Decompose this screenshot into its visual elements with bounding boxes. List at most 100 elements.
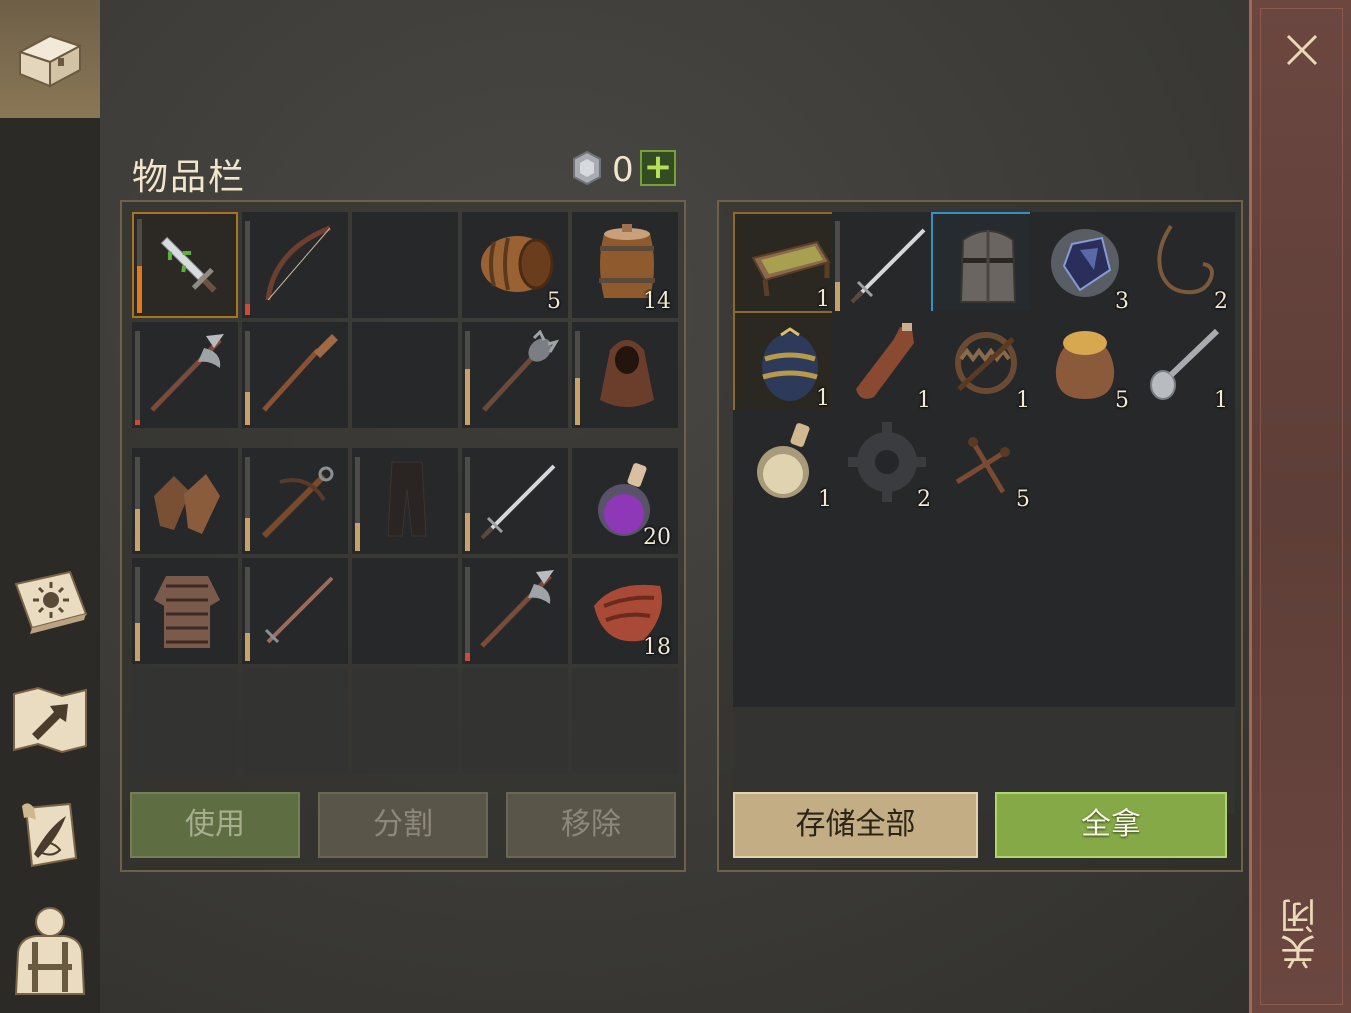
inventory-slot[interactable] [132,448,238,554]
split-button[interactable]: 分割 [318,792,488,858]
longbow-icon [265,225,331,301]
inventory-slot[interactable] [352,668,458,774]
inventory-slot[interactable] [572,322,678,428]
storage-slot[interactable] [1129,509,1235,615]
inventory-slot[interactable] [352,322,458,428]
storage-slot[interactable]: 1 [1129,311,1235,417]
item-count: 20 [643,525,671,550]
inventory-title: 物品栏 [132,157,247,198]
storage-slot[interactable] [1129,608,1235,714]
inventory-slot[interactable] [132,668,238,774]
durability-bar [245,457,250,551]
storage-slot[interactable] [931,509,1037,615]
great-helm-icon [959,230,1017,303]
sun-book-icon [14,570,88,634]
sidebar-item-map[interactable] [10,680,90,760]
inventory-slot[interactable] [242,212,348,318]
coin-count: 0 [612,150,634,190]
chest-icon [17,34,83,88]
durability-bar [245,221,250,315]
storage-slot[interactable] [931,608,1037,714]
durability-bar [465,331,470,425]
storage-slot[interactable] [1030,410,1136,516]
item-count: 18 [643,635,671,660]
inventory-slot[interactable] [132,322,238,428]
inventory-slot[interactable] [352,558,458,664]
durability-bar [575,331,580,425]
inventory-slot[interactable] [242,448,348,554]
inventory-slot[interactable] [462,668,568,774]
inventory-slot[interactable] [462,322,568,428]
inventory-slot[interactable] [462,448,568,554]
spiked-mace-icon [482,330,560,412]
inventory-slot[interactable] [462,558,568,664]
storage-slot[interactable]: 1 [733,311,839,417]
storage-slot[interactable] [832,212,938,318]
durability-bar [135,331,140,425]
inventory-slot[interactable] [242,322,348,428]
inventory-slot[interactable] [572,668,678,774]
sidebar-tab-inventory[interactable] [0,0,100,118]
storage-slot[interactable]: 1 [931,311,1037,417]
leather-gloves-icon [154,474,220,534]
item-count: 1 [816,287,830,312]
storage-slot[interactable]: 2 [832,410,938,516]
inventory-slot[interactable] [242,668,348,774]
character-icon [14,907,86,995]
remove-button[interactable]: 移除 [506,792,676,858]
storage-slot[interactable]: 1 [733,212,839,318]
hooded-cloak-icon [600,340,654,407]
sidebar-item-skills[interactable] [10,562,90,642]
inventory-slot[interactable]: 20 [572,448,678,554]
inventory-slot[interactable] [132,212,238,318]
chainmail-shirt-icon [154,576,220,648]
close-label[interactable]: 关闭 [1281,898,1326,970]
store-all-button[interactable]: 存储全部 [733,792,978,858]
map-arrow-icon [13,686,87,754]
storage-slot[interactable] [1129,410,1235,516]
inventory-slot[interactable] [352,448,458,554]
close-icon[interactable] [1282,30,1322,70]
quill-scroll-icon [22,802,78,868]
storage-slot[interactable]: 1 [832,311,938,417]
durability-bar [465,567,470,661]
rusty-sword-icon [264,576,334,644]
storage-slot[interactable]: 5 [1030,311,1136,417]
sidebar-item-quests[interactable] [10,796,90,876]
storage-slot[interactable]: 1 [733,410,839,516]
halberd-icon [150,334,224,412]
close-strip[interactable] [1249,0,1351,1013]
storage-slot[interactable] [832,608,938,714]
silver-coin-icon [573,150,601,186]
wooden-oar-icon [262,334,338,412]
longsword-icon [850,228,926,304]
item-count: 1 [816,386,830,411]
storage-slot[interactable]: 2 [1129,212,1235,318]
item-count: 5 [547,289,561,314]
storage-slot[interactable] [1030,509,1136,615]
storage-slot[interactable] [733,509,839,615]
leather-pants-icon [387,461,427,537]
sidebar-item-character[interactable] [10,907,90,995]
inventory-slot[interactable] [242,558,348,664]
storage-slot[interactable] [931,212,1037,318]
inventory-slot[interactable] [132,558,238,664]
storage-slot[interactable]: 5 [931,410,1037,516]
durability-bar [245,567,250,661]
inventory-slot[interactable]: 18 [572,558,678,664]
crossbow-icon [261,466,334,539]
inventory-slot[interactable]: 14 [572,212,678,318]
durability-bar [245,331,250,425]
storage-slot[interactable] [733,608,839,714]
durability-bar [135,567,140,661]
take-all-button[interactable]: 全拿 [995,792,1227,858]
storage-slot[interactable] [1030,608,1136,714]
inventory-slot[interactable]: 5 [462,212,568,318]
add-coins-button[interactable]: + [640,150,676,186]
item-count: 14 [643,289,671,314]
inventory-slot[interactable] [352,212,458,318]
durability-bar [465,457,470,551]
storage-slot[interactable] [832,509,938,615]
storage-slot[interactable]: 3 [1030,212,1136,318]
use-button[interactable]: 使用 [130,792,300,858]
